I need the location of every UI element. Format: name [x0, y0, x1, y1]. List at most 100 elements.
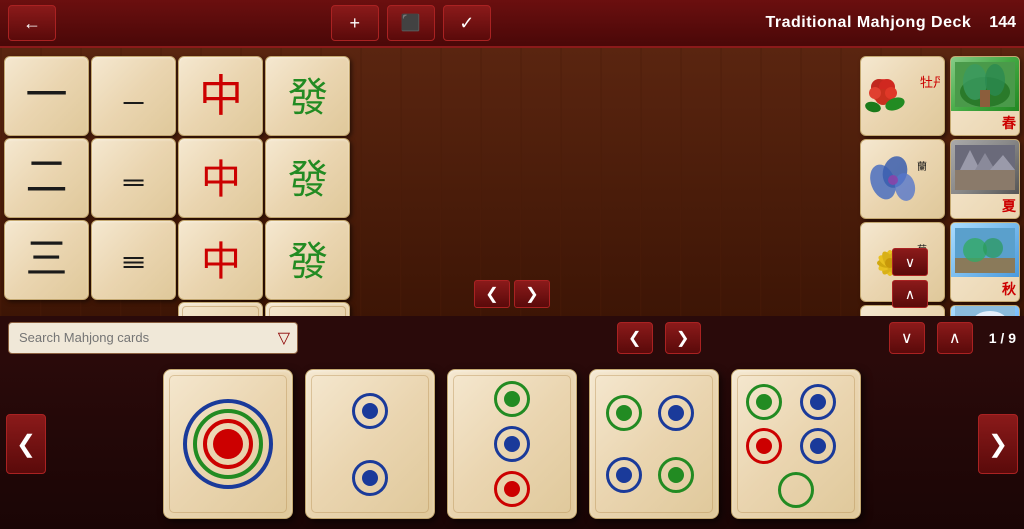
right-arrow-icon: ❯: [988, 430, 1008, 459]
summer-label: 夏: [951, 194, 1019, 218]
back-icon: ←: [23, 13, 41, 34]
back-button[interactable]: ←: [8, 5, 56, 41]
dot-green-5: [778, 472, 814, 508]
card-3-bamboo[interactable]: 𝍡: [91, 138, 176, 218]
dot-card-1[interactable]: [163, 369, 293, 519]
search-row: ▽ ❮ ❯ ∨ ∧ 1 / 9: [0, 316, 1024, 359]
next-icon: ❯: [676, 328, 689, 348]
dot-blue-5: [606, 457, 642, 493]
card-symbol: 𝍢: [122, 246, 145, 274]
card-green-2[interactable]: 發: [265, 138, 350, 218]
filter-icon[interactable]: ▽: [278, 328, 290, 348]
card-2-man[interactable]: 二: [4, 138, 89, 218]
bottom-next-button[interactable]: ❯: [978, 414, 1018, 474]
dot-red-1: [494, 471, 530, 507]
grid-nav-prev[interactable]: ❮: [474, 280, 510, 308]
card-red-3[interactable]: 中: [178, 220, 263, 300]
add-icon: +: [349, 13, 360, 34]
svg-text:發: 發: [288, 75, 328, 120]
add-button[interactable]: +: [331, 5, 379, 41]
chevron-right-icon: ❯: [525, 284, 538, 304]
dot-card-3[interactable]: [447, 369, 577, 519]
card-red-2[interactable]: 中: [178, 138, 263, 218]
card-red-4[interactable]: 中: [178, 302, 263, 316]
dot-blue-2: [352, 460, 388, 496]
season-spring[interactable]: 春: [950, 56, 1020, 136]
card-symbol: 𝍠: [122, 82, 145, 110]
peony-svg: 牡丹: [865, 69, 940, 124]
toolbar: ← + ⬛ ✓ Traditional Mahjong Deck 144: [0, 0, 1024, 48]
card-count: 144: [989, 14, 1016, 32]
page-indicator: 1 / 9: [989, 330, 1016, 346]
green-char-svg-1: 發: [278, 66, 338, 126]
spring-svg: [955, 62, 1015, 107]
card-column-4: 發 發 發 發: [265, 56, 350, 316]
card-column-3: 中 中 中 中: [178, 56, 263, 316]
card-1-man[interactable]: 一: [4, 56, 89, 136]
dot-red-2: [746, 428, 782, 464]
dot-green-4: [746, 384, 782, 420]
dot-blue-6: [800, 384, 836, 420]
season-summer[interactable]: 夏: [950, 139, 1020, 219]
check-button[interactable]: ✓: [443, 5, 491, 41]
dot-card-5[interactable]: [731, 369, 861, 519]
card-symbol: 二: [25, 157, 67, 199]
dot-green-1: [494, 381, 530, 417]
dot-blue-4: [658, 395, 694, 431]
card-green-4[interactable]: 發: [265, 302, 350, 316]
red-char-svg-2: 中: [191, 148, 251, 208]
grid-nav-group: ❮ ❯: [474, 280, 550, 308]
multi-ring-icon: [183, 399, 273, 489]
grid-nav-next[interactable]: ❯: [514, 280, 550, 308]
dot-card-2[interactable]: [305, 369, 435, 519]
card-red-1[interactable]: 中: [178, 56, 263, 136]
card-grid-top: 一 二 三 𝍠 𝍡 𝍢 中: [0, 48, 1024, 316]
flower-peony[interactable]: 牡丹: [860, 56, 945, 136]
card-symbol: 𝍡: [122, 164, 145, 192]
orchid-svg: 蘭: [865, 152, 940, 207]
chevron-down-icon: ∨: [905, 254, 915, 271]
bottom-cards-row: ❮: [0, 359, 1024, 529]
season-autumn[interactable]: 秋: [950, 222, 1020, 302]
autumn-label: 秋: [951, 277, 1019, 301]
flower-nav-up[interactable]: ∧: [892, 280, 928, 308]
prev-icon: ❮: [628, 328, 641, 348]
card-column-2: 𝍠 𝍡 𝍢: [91, 56, 176, 300]
svg-text:中: 中: [199, 72, 243, 121]
main-area: 一 二 三 𝍠 𝍡 𝍢 中: [0, 48, 1024, 529]
svg-text:蘭: 蘭: [917, 160, 927, 173]
up-button[interactable]: ∧: [937, 322, 973, 354]
red-char-svg-3: 中: [191, 230, 251, 290]
folder-button[interactable]: ⬛: [387, 5, 435, 41]
spring-label: 春: [951, 111, 1019, 135]
card-symbol: 三: [25, 239, 67, 281]
flower-nav-down[interactable]: ∨: [892, 248, 928, 276]
dot-green-2: [606, 395, 642, 431]
dot-blue-1: [352, 393, 388, 429]
summer-svg: [955, 145, 1015, 190]
page-next-button[interactable]: ❯: [665, 322, 701, 354]
flower-nav-group: ∨ ∧: [892, 248, 928, 308]
dot-green-3: [658, 457, 694, 493]
card-green-1[interactable]: 發: [265, 56, 350, 136]
winter-svg: [955, 306, 1015, 316]
svg-text:中: 中: [201, 157, 241, 202]
dot-card-4[interactable]: [589, 369, 719, 519]
up-icon: ∧: [949, 328, 961, 348]
flower-orchid[interactable]: 蘭: [860, 139, 945, 219]
svg-text:發: 發: [288, 157, 328, 202]
down-button[interactable]: ∨: [889, 322, 925, 354]
green-char-svg-3: 發: [278, 230, 338, 290]
red-char-svg-1: 中: [191, 66, 251, 126]
card-column-1: 一 二 三: [4, 56, 89, 300]
page-prev-button[interactable]: ❮: [617, 322, 653, 354]
season-winter[interactable]: 冬: [950, 305, 1020, 316]
card-3-man[interactable]: 三: [4, 220, 89, 300]
folder-icon: ⬛: [401, 13, 421, 33]
card-2-bamboo[interactable]: 𝍠: [91, 56, 176, 136]
card-green-3[interactable]: 發: [265, 220, 350, 300]
card-4-bamboo[interactable]: 𝍢: [91, 220, 176, 300]
search-input[interactable]: [8, 322, 298, 354]
chevron-left-icon: ❮: [485, 284, 498, 304]
bottom-prev-button[interactable]: ❮: [6, 414, 46, 474]
